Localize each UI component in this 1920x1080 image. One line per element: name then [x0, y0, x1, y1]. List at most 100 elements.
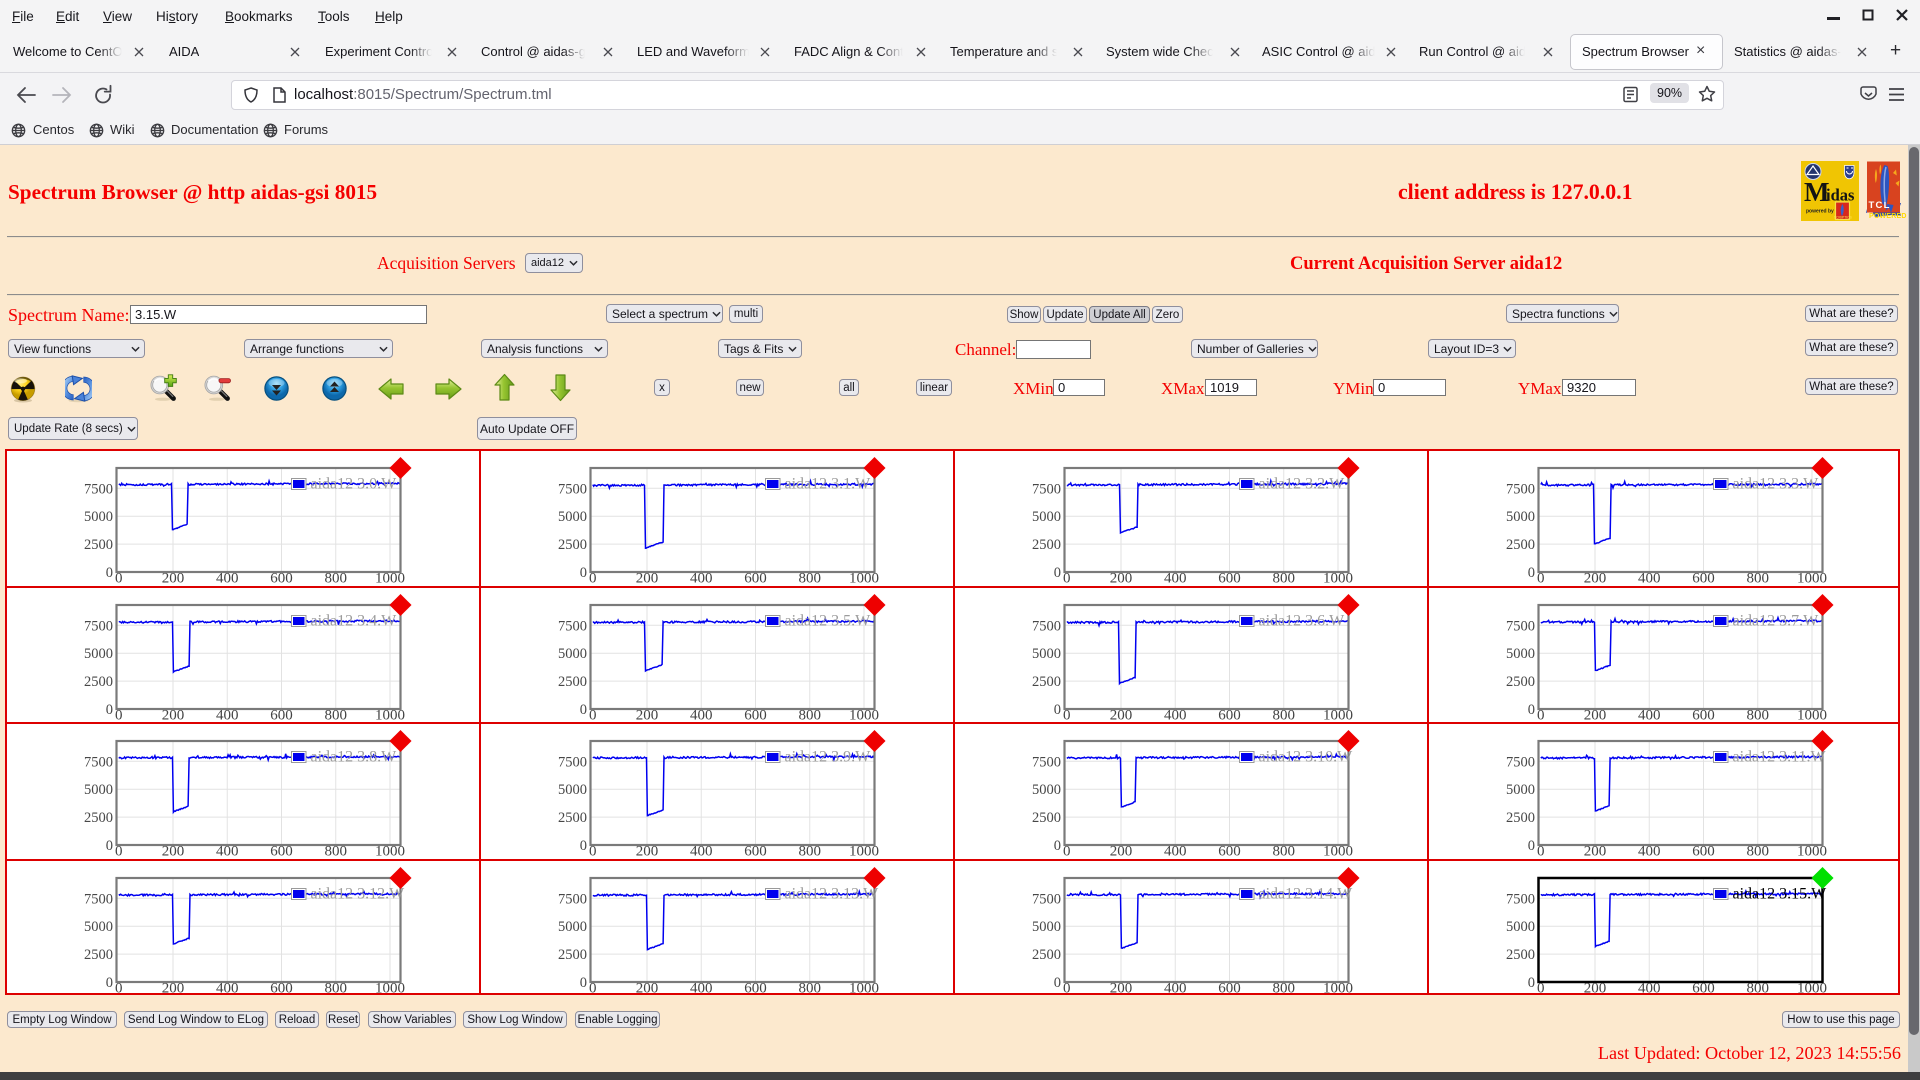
svg-text:800: 800	[799, 571, 822, 585]
svg-text:1000: 1000	[1323, 707, 1353, 721]
svg-text:600: 600	[744, 707, 767, 721]
svg-text:800: 800	[1273, 571, 1296, 585]
svg-text:600: 600	[1692, 571, 1715, 585]
svg-text:1000: 1000	[1797, 980, 1827, 994]
svg-text:7500: 7500	[1506, 754, 1535, 770]
svg-text:2500: 2500	[558, 537, 587, 553]
svg-text:1000: 1000	[375, 844, 405, 858]
svg-text:200: 200	[162, 571, 185, 585]
svg-text:1000: 1000	[849, 980, 879, 994]
svg-text:0: 0	[1054, 838, 1061, 854]
svg-text:aida12 3.5.W: aida12 3.5.W	[785, 612, 872, 629]
svg-text:600: 600	[744, 980, 767, 994]
svg-text:0: 0	[589, 571, 597, 585]
svg-text:0: 0	[115, 571, 123, 585]
svg-text:200: 200	[1110, 707, 1133, 721]
svg-text:aida12 3.2.W: aida12 3.2.W	[1259, 476, 1346, 493]
svg-text:1000: 1000	[1797, 844, 1827, 858]
svg-text:aida12 3.15.W: aida12 3.15.W	[1733, 885, 1828, 902]
svg-text:0: 0	[1054, 702, 1061, 718]
svg-text:POWERED: POWERED	[1869, 213, 1907, 220]
svg-text:7500: 7500	[558, 754, 587, 770]
svg-text:5000: 5000	[558, 646, 587, 662]
svg-text:1000: 1000	[375, 707, 405, 721]
svg-text:2500: 2500	[1506, 947, 1535, 963]
svg-text:aida12 3.9.W: aida12 3.9.W	[785, 749, 872, 766]
svg-text:200: 200	[162, 980, 185, 994]
svg-text:2500: 2500	[558, 674, 587, 690]
svg-text:400: 400	[1164, 844, 1187, 858]
svg-text:2500: 2500	[558, 810, 587, 826]
svg-text:0: 0	[589, 844, 597, 858]
svg-text:5000: 5000	[84, 509, 113, 525]
svg-text:800: 800	[1747, 707, 1770, 721]
svg-text:0: 0	[115, 980, 123, 994]
svg-text:400: 400	[1164, 980, 1187, 994]
svg-text:0: 0	[589, 980, 597, 994]
svg-text:7500: 7500	[84, 481, 113, 497]
svg-text:0: 0	[106, 565, 113, 581]
svg-text:400: 400	[690, 571, 713, 585]
svg-text:TCL: TCL	[1869, 200, 1891, 211]
svg-text:600: 600	[270, 571, 293, 585]
svg-text:800: 800	[325, 707, 348, 721]
svg-text:aida12 3.6.W: aida12 3.6.W	[1259, 612, 1346, 629]
svg-text:200: 200	[162, 707, 185, 721]
svg-text:aida12 3.7.W: aida12 3.7.W	[1733, 612, 1820, 629]
svg-text:aida12 3.13.W: aida12 3.13.W	[785, 885, 880, 902]
svg-text:7500: 7500	[1506, 618, 1535, 634]
svg-text:400: 400	[216, 571, 239, 585]
svg-text:2500: 2500	[84, 947, 113, 963]
svg-text:0: 0	[1537, 571, 1545, 585]
svg-text:0: 0	[580, 838, 587, 854]
svg-text:0: 0	[580, 702, 587, 718]
svg-text:7500: 7500	[1032, 481, 1061, 497]
svg-text:aida12 3.1.W: aida12 3.1.W	[785, 476, 872, 493]
svg-text:0: 0	[1537, 707, 1545, 721]
svg-text:7500: 7500	[1032, 618, 1061, 634]
svg-text:200: 200	[636, 571, 659, 585]
svg-text:400: 400	[1164, 571, 1187, 585]
svg-text:aida12 3.14.W: aida12 3.14.W	[1259, 885, 1354, 902]
svg-text:0: 0	[1528, 975, 1535, 991]
svg-text:800: 800	[1273, 980, 1296, 994]
svg-text:200: 200	[1584, 571, 1607, 585]
svg-text:400: 400	[1638, 571, 1661, 585]
svg-text:1000: 1000	[1797, 707, 1827, 721]
svg-text:600: 600	[1692, 980, 1715, 994]
svg-text:200: 200	[636, 844, 659, 858]
svg-text:600: 600	[270, 980, 293, 994]
svg-text:800: 800	[325, 571, 348, 585]
svg-text:600: 600	[1692, 844, 1715, 858]
svg-text:7500: 7500	[558, 481, 587, 497]
svg-text:7500: 7500	[84, 754, 113, 770]
svg-text:0: 0	[1063, 844, 1071, 858]
svg-text:0: 0	[106, 702, 113, 718]
svg-text:600: 600	[1218, 844, 1241, 858]
svg-text:1000: 1000	[375, 571, 405, 585]
svg-text:aida12 3.10.W: aida12 3.10.W	[1259, 749, 1354, 766]
svg-text:powered by: powered by	[1806, 209, 1834, 215]
svg-text:7500: 7500	[1032, 891, 1061, 907]
svg-text:5000: 5000	[1032, 919, 1061, 935]
svg-text:1000: 1000	[375, 980, 405, 994]
svg-text:1000: 1000	[849, 707, 879, 721]
svg-text:5000: 5000	[1506, 782, 1535, 798]
svg-text:7500: 7500	[558, 891, 587, 907]
svg-text:0: 0	[1054, 975, 1061, 991]
svg-text:200: 200	[1584, 707, 1607, 721]
svg-text:800: 800	[799, 844, 822, 858]
svg-text:5000: 5000	[1506, 919, 1535, 935]
svg-text:2500: 2500	[1032, 537, 1061, 553]
svg-text:800: 800	[325, 844, 348, 858]
svg-text:400: 400	[216, 707, 239, 721]
svg-text:aida12 3.8.W: aida12 3.8.W	[311, 749, 398, 766]
svg-text:600: 600	[270, 844, 293, 858]
svg-text:5000: 5000	[84, 919, 113, 935]
svg-text:7500: 7500	[1032, 754, 1061, 770]
svg-text:aida12 3.4.W: aida12 3.4.W	[311, 612, 398, 629]
svg-text:600: 600	[1218, 707, 1241, 721]
svg-text:2500: 2500	[84, 810, 113, 826]
svg-text:2500: 2500	[1506, 674, 1535, 690]
svg-text:0: 0	[1063, 571, 1071, 585]
